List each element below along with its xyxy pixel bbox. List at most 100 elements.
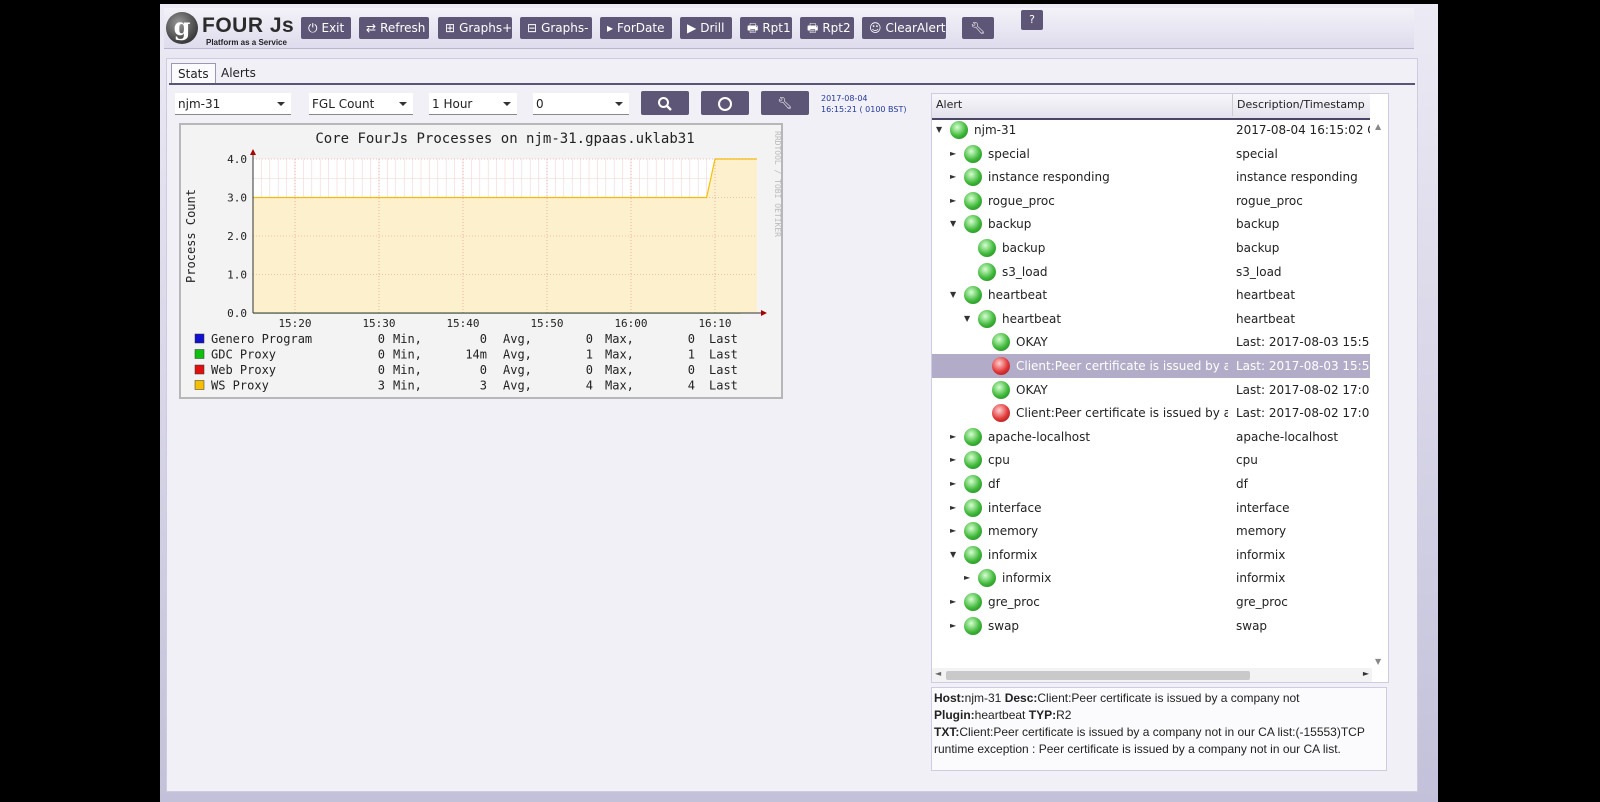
expand-arrow-icon[interactable]: ► (964, 566, 970, 590)
vertical-scrollbar[interactable]: ▲ ▼ (1372, 118, 1386, 670)
tree-row[interactable]: ► swap swap (932, 614, 1370, 638)
tree-row-description: special (1236, 146, 1278, 161)
status-ok-icon (964, 498, 982, 517)
refresh-button[interactable]: ⇄ Refresh (359, 17, 429, 39)
tree-row-label: s3_load (1002, 264, 1048, 279)
tree-row[interactable]: Client:Peer certificate is issued by a c… (932, 401, 1370, 425)
expand-arrow-icon[interactable]: ► (950, 142, 956, 166)
tree-row-label: OKAY (1016, 382, 1048, 397)
host-select[interactable]: njm-31 (175, 93, 291, 115)
tree-row-description: informix (1236, 547, 1286, 562)
chevron-down-icon (277, 102, 285, 106)
tree-row[interactable]: ► memory memory (932, 519, 1370, 543)
tree-row[interactable]: ► special special (932, 142, 1370, 166)
clearalert-button[interactable]: ☺ ClearAlert (862, 17, 946, 39)
alert-detail-panel: Host:njm-31 Desc:Client:Peer certificate… (931, 687, 1387, 771)
legend-value: 0 (378, 332, 385, 346)
tools-button[interactable]: 🔧︎ (962, 17, 994, 39)
collapse-arrow-icon[interactable]: ▼ (950, 212, 956, 236)
y-tick-label: 0.0 (227, 307, 247, 320)
scroll-up-icon[interactable]: ▲ (1375, 122, 1381, 131)
rpt2-button[interactable]: 🖶 Rpt2 (800, 17, 854, 39)
alert-tree[interactable]: Alert Description/Timestamp ▼ njm-31 2017-… (931, 93, 1389, 683)
collapse-arrow-icon[interactable]: ▼ (936, 118, 942, 142)
expand-arrow-icon[interactable]: ► (950, 165, 956, 189)
tree-row[interactable]: OKAY Last: 2017-08-02 17:05:02 (932, 378, 1370, 402)
legend-value: 1 (586, 348, 593, 362)
tree-row[interactable]: ▼ njm-31 2017-08-04 16:15:02 Okay (932, 118, 1370, 142)
tree-row-label: Client:Peer certificate is issued by a c… (1016, 359, 1228, 373)
graphs-button[interactable]: ⊞ Graphs+ (438, 17, 512, 39)
tree-row-description: df (1236, 477, 1248, 491)
tree-row[interactable]: ► cpu cpu (932, 448, 1370, 472)
tree-row[interactable]: ► rogue_proc rogue_proc (932, 189, 1370, 213)
button-label: Rpt2 (822, 21, 851, 35)
drill-button[interactable]: ▶ Drill (680, 17, 732, 39)
expand-arrow-icon[interactable]: ► (950, 472, 956, 496)
tree-row[interactable]: backup backup (932, 236, 1370, 260)
fordate-button[interactable]: ▸ ForDate (600, 17, 672, 39)
tree-row[interactable]: ▼ informix informix (932, 543, 1370, 567)
horizontal-scrollbar[interactable]: ◄ ► (932, 668, 1372, 682)
tree-row-label: swap (988, 618, 1020, 633)
legend-swatch (194, 333, 205, 344)
tree-row-description: gre_proc (1236, 595, 1288, 609)
tree-row[interactable]: ► apache-localhost apache-localhost (932, 425, 1370, 449)
tree-row[interactable]: ► informix informix (932, 566, 1370, 590)
tree-row[interactable]: Client:Peer certificate is issued by a c… (932, 354, 1370, 378)
process-count-graph[interactable]: 15:20 15:30 15:40 15:50 16:00 16:10 0.0 1.0 2.0 3… (179, 123, 783, 399)
scroll-right-icon[interactable]: ► (1363, 669, 1369, 678)
expand-arrow-icon[interactable]: ► (950, 425, 956, 449)
plugin-label: Plugin: (934, 708, 975, 722)
tab-alerts[interactable]: Alerts (215, 63, 262, 83)
tree-row[interactable]: s3_load s3_load (932, 260, 1370, 284)
reset-button[interactable] (701, 91, 749, 115)
expand-arrow-icon[interactable]: ► (950, 448, 956, 472)
collapse-arrow-icon[interactable]: ▼ (950, 283, 956, 307)
expand-arrow-icon[interactable]: ► (950, 614, 956, 638)
tree-row[interactable]: ▼ backup backup (932, 212, 1370, 236)
tree-row[interactable]: ► interface interface (932, 496, 1370, 520)
tab-stats[interactable]: Stats (171, 63, 216, 84)
legend-value: 0 (480, 363, 487, 377)
period-select[interactable]: 1 Hour (429, 93, 517, 115)
alert-column-header[interactable]: Alert (936, 94, 962, 116)
graphs-button[interactable]: ⊟ Graphs- (520, 17, 592, 39)
tree-row-description: rogue_proc (1236, 193, 1303, 208)
description-column-header[interactable]: Description/Timestamp (1232, 94, 1365, 116)
collapse-arrow-icon[interactable]: ▼ (950, 543, 956, 567)
tree-row[interactable]: ► instance responding instance responding (932, 165, 1370, 189)
tree-row-description: Last: 2017-08-02 17:00:12 (1236, 406, 1370, 421)
tree-row[interactable]: ▼ heartbeat heartbeat (932, 307, 1370, 331)
tree-row[interactable]: ► gre_proc gre_proc (932, 590, 1370, 614)
collapse-arrow-icon[interactable]: ▼ (964, 307, 970, 331)
expand-arrow-icon[interactable]: ► (950, 189, 956, 213)
print-icon: 🖶 (747, 21, 759, 35)
tree-row-label: df (988, 477, 1000, 491)
expand-arrow-icon[interactable]: ► (950, 496, 956, 520)
scroll-left-icon[interactable]: ◄ (935, 669, 941, 678)
expand-arrow-icon[interactable]: ► (950, 519, 956, 543)
tree-row[interactable]: ▼ heartbeat heartbeat (932, 283, 1370, 307)
legend-value: 0 (586, 332, 593, 346)
status-ok-icon (978, 569, 996, 588)
graph-svg: 15:20 15:30 15:40 15:50 16:00 16:10 0.0 1.0 2.0 3… (184, 131, 782, 393)
tree-row-label: njm-31 (974, 123, 1017, 137)
expand-arrow-icon[interactable]: ► (950, 590, 956, 614)
y-axis-label: Process Count (184, 189, 198, 283)
settings-button[interactable]: 🔧︎ (761, 91, 809, 115)
tree-row-description: Last: 2017-08-03 15:50:55 (1236, 359, 1370, 373)
tree-row-label: memory (988, 524, 1039, 539)
search-button[interactable] (641, 91, 689, 115)
horizontal-scroll-thumb[interactable] (946, 671, 1250, 680)
tree-row[interactable]: ► df df (932, 472, 1370, 496)
offset-select[interactable]: 0 (533, 93, 629, 115)
play-small-icon: ▸ (607, 21, 614, 35)
exit-button[interactable]: ⏻ Exit (301, 17, 351, 39)
tree-row-label: OKAY (1016, 335, 1048, 350)
rpt1-button[interactable]: 🖶 Rpt1 (740, 17, 792, 39)
help-button[interactable]: ? (1021, 10, 1043, 30)
metric-select[interactable]: FGL Count (309, 93, 413, 115)
tree-row[interactable]: OKAY Last: 2017-08-03 15:55:03 (932, 330, 1370, 354)
scroll-down-icon[interactable]: ▼ (1375, 657, 1381, 666)
